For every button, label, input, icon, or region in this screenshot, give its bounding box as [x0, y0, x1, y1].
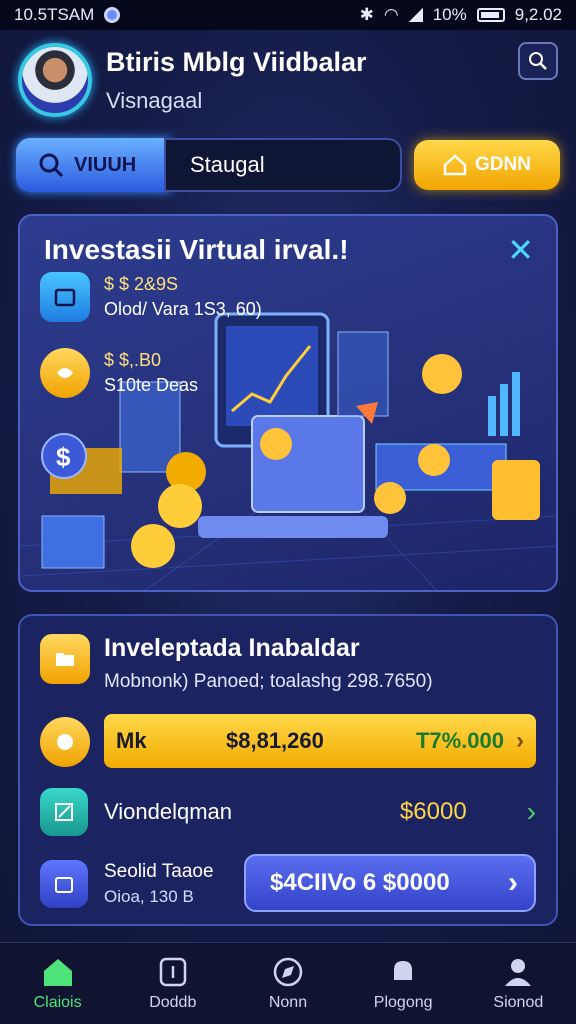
- bottom-nav: Claiois Doddb Nonn Plogong Sionod: [0, 942, 576, 1024]
- hero-title: Investasii Virtual irval.!: [44, 234, 349, 265]
- tabs-row: VIUUH Staugal GDNN: [16, 138, 560, 192]
- status-clock: 9,2.02: [514, 5, 562, 24]
- svg-text:$: $: [56, 442, 71, 472]
- coin-icon: [40, 348, 90, 398]
- hero-item-1-amount: $ $ 2&9S: [104, 274, 179, 294]
- balance-value-2: T7%.000: [415, 728, 504, 753]
- nav-label: Sionod: [493, 993, 544, 1011]
- nav-item-3[interactable]: Nonn: [238, 956, 338, 1012]
- list-item[interactable]: Seolid Taaoe Oioa, 130 B $4CIIVo 6 $0000…: [40, 854, 536, 912]
- invest-button[interactable]: $4CIIVo 6 $0000 ›: [244, 854, 536, 912]
- nav-label: Claiois: [33, 993, 82, 1011]
- nav-item-2[interactable]: Doddb: [123, 956, 223, 1012]
- search-button[interactable]: [518, 42, 558, 80]
- investment-panel: Inveleptada Inabaldar Mobnonk) Panoed; t…: [18, 614, 558, 926]
- wifi-icon: ◠: [383, 5, 399, 24]
- nav-item-profile[interactable]: Sionod: [468, 956, 568, 1012]
- row-label: Seolid Taaoe: [104, 861, 214, 882]
- calendar-icon: [40, 860, 88, 908]
- bluetooth-icon: ✱: [359, 5, 374, 24]
- nav-label: Plogong: [373, 993, 433, 1011]
- panel-title: Inveleptada Inabaldar: [104, 634, 360, 662]
- status-time: 10.5TSAM: [14, 5, 95, 24]
- nav-label: Doddb: [149, 993, 197, 1011]
- avatar[interactable]: [18, 43, 92, 117]
- investment-hero-card: $ Investasii Virtual irval.! ✕ $ $ 2&9S …: [18, 214, 558, 592]
- row-label: Viondelqman: [104, 799, 233, 824]
- search-icon: [529, 52, 547, 70]
- wallet-icon: [40, 272, 90, 322]
- chevron-right-icon: ›: [516, 727, 524, 754]
- gold-button-label: GDNN: [475, 154, 531, 175]
- signal-icon: [408, 8, 423, 22]
- battery-percent: 10%: [432, 5, 467, 24]
- search-input[interactable]: Staugal: [164, 138, 402, 192]
- gold-button[interactable]: GDNN: [414, 140, 560, 190]
- hero-item-2-amount: $ $,.B0: [104, 350, 162, 370]
- hero-item-1-detail: Olod/ Vara 1S3, 60): [104, 299, 262, 319]
- search-icon: [39, 153, 64, 178]
- chevron-right-icon: ›: [526, 796, 536, 827]
- notification-icon: [104, 7, 121, 23]
- nav-label: Nonn: [268, 993, 308, 1011]
- edit-icon: [40, 788, 88, 836]
- search-input-value: Staugal: [190, 152, 265, 177]
- page-title: Btiris Mblg Viidbalar: [106, 46, 367, 77]
- balance-bar[interactable]: Mk $8,81,260 T7%.000 ›: [104, 714, 536, 768]
- balance-value: $8,81,260: [226, 728, 324, 753]
- row-amount: $6000: [399, 798, 467, 825]
- list-item[interactable]: Viondelqman $6000 ›: [40, 784, 536, 840]
- list-item[interactable]: Mk $8,81,260 T7%.000 ›: [40, 714, 536, 770]
- page-subtitle: Visnagaal: [106, 87, 203, 113]
- hero-item-2-detail: S10te Deas: [104, 375, 199, 395]
- bell-icon: [394, 960, 413, 980]
- close-icon[interactable]: ✕: [507, 234, 534, 266]
- panel-description: Mobnonk) Panoed; toalashg 298.7650): [104, 671, 433, 692]
- row-sublabel: Oioa, 130 B: [104, 887, 194, 906]
- home-icon: [43, 958, 72, 986]
- nav-item-home[interactable]: Claiois: [8, 956, 108, 1012]
- tab-active-label: VIUUH: [74, 153, 137, 176]
- coin-icon: [40, 717, 90, 767]
- compass-icon: [273, 957, 303, 986]
- tab-active[interactable]: VIUUH: [16, 138, 171, 192]
- balance-label: Mk: [116, 728, 147, 753]
- invest-button-label: $4CIIVo 6 $0000: [270, 869, 450, 896]
- info-icon: [159, 957, 187, 986]
- home-icon: [443, 154, 467, 176]
- profile-header: Btiris Mblg Viidbalar Visnagaal: [18, 40, 558, 120]
- hero-item-2: $ $,.B0 S10te Deas: [40, 348, 198, 398]
- status-bar: 10.5TSAM ✱ ◠ 10% 9,2.02: [0, 0, 576, 30]
- battery-icon: [476, 8, 505, 22]
- nav-item-4[interactable]: Plogong: [353, 956, 453, 1012]
- folder-icon: [40, 634, 90, 684]
- chevron-right-icon: ›: [508, 866, 518, 899]
- hero-item-1: $ $ 2&9S Olod/ Vara 1S3, 60): [40, 272, 262, 322]
- user-icon: [505, 958, 532, 986]
